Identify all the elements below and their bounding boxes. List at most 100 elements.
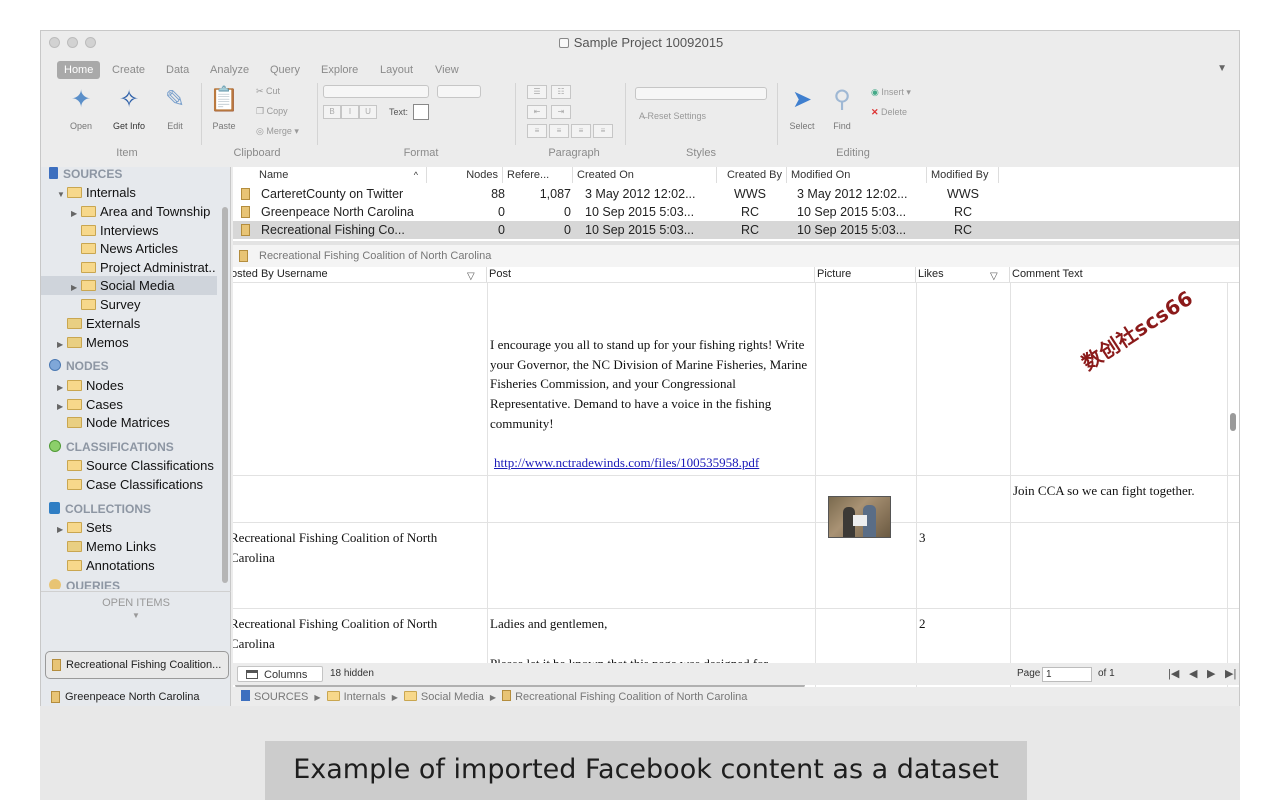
open-item-recreational-fishing[interactable]: Recreational Fishing Coalition... <box>45 651 229 679</box>
open-items-label[interactable]: OPEN ITEMS ▼ <box>41 597 231 621</box>
tab-data[interactable]: Data <box>159 61 196 79</box>
tab-analyze[interactable]: Analyze <box>203 61 256 79</box>
list-row-selected[interactable]: Recreational Fishing Co... 0 0 10 Sep 20… <box>233 221 1239 239</box>
previous-page-icon[interactable]: ◀ <box>1189 663 1197 685</box>
tab-query[interactable]: Query <box>263 61 307 79</box>
tab-home[interactable]: Home <box>57 61 101 79</box>
sidebar-item-memos[interactable]: ▶ Memos <box>57 333 129 352</box>
sidebar-item-project-administration[interactable]: Project Administrat.. <box>81 258 216 277</box>
breadcrumb-item[interactable]: Recreational Fishing Coalition of North … <box>515 691 747 703</box>
close-window-button[interactable] <box>49 37 60 48</box>
next-page-icon[interactable]: ▶ <box>1207 663 1215 685</box>
column-header-post[interactable]: Post <box>487 267 815 282</box>
open-button[interactable]: ✦ Open <box>59 85 103 131</box>
underline-button[interactable]: U <box>359 105 377 119</box>
find-button[interactable]: ⚲ Find <box>823 85 861 131</box>
breadcrumb-item[interactable]: Social Media <box>421 691 484 703</box>
column-header-posted-by[interactable]: osted By Username ▽ <box>233 267 487 282</box>
style-select[interactable] <box>635 87 767 100</box>
sidebar-item-sets[interactable]: ▶ Sets <box>57 518 112 537</box>
breadcrumb-item[interactable]: Internals <box>344 691 386 703</box>
sources-section[interactable]: SOURCES <box>49 165 122 184</box>
sidebar-item-area-and-township[interactable]: ▶ Area and Township <box>71 202 210 221</box>
select-button[interactable]: ➤ Select <box>783 85 821 131</box>
post-link-cell: http://www.nctradewinds.com/files/100535… <box>494 453 814 473</box>
get-info-button[interactable]: ✧ Get Info <box>105 85 153 131</box>
sidebar-item-survey[interactable]: Survey <box>81 295 140 314</box>
minimize-window-button[interactable] <box>67 37 78 48</box>
italic-button[interactable]: I <box>341 105 359 119</box>
column-header-nodes[interactable]: Nodes <box>427 167 503 183</box>
tab-explore[interactable]: Explore <box>314 61 365 79</box>
align-center-button[interactable]: ≡ <box>549 124 569 138</box>
sidebar-item-source-classifications[interactable]: Source Classifications <box>67 456 214 475</box>
column-header-name[interactable]: Name ^ <box>255 167 427 183</box>
sidebar-item-annotations[interactable]: Annotations <box>67 556 155 575</box>
column-header-comment-text[interactable]: Comment Text <box>1010 267 1239 282</box>
grid-vertical-scrollbar[interactable] <box>1230 413 1236 431</box>
tab-create[interactable]: Create <box>105 61 152 79</box>
sidebar-item-interviews[interactable]: Interviews <box>81 221 159 240</box>
font-size-select[interactable] <box>437 85 481 98</box>
open-item-greenpeace[interactable]: Greenpeace North Carolina <box>45 684 229 706</box>
ribbon-collapse-chevron-icon[interactable]: ▼ <box>1217 63 1227 74</box>
column-header-picture[interactable]: Picture <box>815 267 916 282</box>
edit-button[interactable]: ✎ Edit <box>157 85 193 131</box>
open-items-chevron-icon: ▼ <box>132 611 140 620</box>
first-page-icon[interactable]: |◀ <box>1168 663 1179 685</box>
paste-button[interactable]: 📋 Paste <box>205 85 243 131</box>
breadcrumb-item[interactable]: SOURCES <box>254 691 308 703</box>
sidebar-item-externals[interactable]: Externals <box>67 314 140 333</box>
queries-section[interactable]: QUERIES <box>49 578 120 589</box>
page-number-input[interactable]: 1 <box>1042 667 1092 682</box>
sidebar-item-node-matrices[interactable]: Node Matrices <box>67 413 170 432</box>
insert-button[interactable]: ◉ Insert ▾ <box>871 85 911 99</box>
increase-indent-button[interactable]: ⇥ <box>551 105 571 119</box>
merge-button[interactable]: ◎ Merge ▾ <box>256 124 299 138</box>
font-family-select[interactable] <box>323 85 429 98</box>
align-right-button[interactable]: ≡ <box>571 124 591 138</box>
sidebar-item-cases[interactable]: ▶ Cases <box>57 395 123 414</box>
align-left-button[interactable]: ≡ <box>527 124 547 138</box>
folder-icon <box>81 206 96 217</box>
post-link[interactable]: http://www.nctradewinds.com/files/100535… <box>494 455 759 470</box>
column-header-created-by[interactable]: Created By <box>717 167 787 183</box>
nodes-section[interactable]: NODES <box>49 357 109 376</box>
tab-layout[interactable]: Layout <box>373 61 420 79</box>
tab-view[interactable]: View <box>428 61 466 79</box>
bullet-list-button[interactable]: ☰ <box>527 85 547 99</box>
column-header-modified-by[interactable]: Modified By <box>927 167 999 183</box>
classifications-section[interactable]: CLASSIFICATIONS <box>49 438 174 457</box>
folder-icon <box>81 225 96 236</box>
column-header-likes[interactable]: Likes ▽ <box>916 267 1010 282</box>
delete-button[interactable]: ✕ Delete <box>871 105 907 119</box>
sidebar-item-memo-links[interactable]: Memo Links <box>67 537 156 556</box>
list-row[interactable]: CarteretCounty on Twitter 88 1,087 3 May… <box>233 185 1239 203</box>
filter-icon[interactable]: ▽ <box>990 269 998 282</box>
zoom-window-button[interactable] <box>85 37 96 48</box>
text-color-swatch[interactable] <box>413 104 429 120</box>
copy-button[interactable]: ❐ Copy <box>256 104 288 118</box>
sidebar-item-internals[interactable]: ▼ Internals <box>57 183 136 202</box>
list-row[interactable]: Greenpeace North Carolina 0 0 10 Sep 201… <box>233 203 1239 221</box>
facebook-photo-thumbnail[interactable] <box>828 496 891 538</box>
sidebar-item-social-media[interactable]: ▶ Social Media <box>41 276 217 295</box>
sidebar-scrollbar[interactable] <box>222 207 228 583</box>
bold-button[interactable]: B <box>323 105 341 119</box>
cut-button[interactable]: ✂ Cut <box>256 84 280 98</box>
sidebar-item-nodes[interactable]: ▶ Nodes <box>57 376 124 395</box>
numbered-list-button[interactable]: ☷ <box>551 85 571 99</box>
column-header-references[interactable]: Refere... <box>503 167 573 183</box>
column-header-created-on[interactable]: Created On <box>573 167 717 183</box>
sidebar-item-case-classifications[interactable]: Case Classifications <box>67 475 203 494</box>
columns-button[interactable]: Columns <box>237 666 323 682</box>
decrease-indent-button[interactable]: ⇤ <box>527 105 547 119</box>
sidebar-item-news-articles[interactable]: News Articles <box>81 239 178 258</box>
app-window: Sample Project 10092015 Home Create Data… <box>40 30 1240 706</box>
filter-icon[interactable]: ▽ <box>467 269 475 282</box>
justify-button[interactable]: ≡ <box>593 124 613 138</box>
last-page-icon[interactable]: ▶| <box>1225 663 1236 685</box>
reset-settings-button[interactable]: A̶ Reset Settings <box>639 109 706 123</box>
column-header-modified-on[interactable]: Modified On <box>787 167 927 183</box>
collections-section[interactable]: COLLECTIONS <box>49 500 151 519</box>
